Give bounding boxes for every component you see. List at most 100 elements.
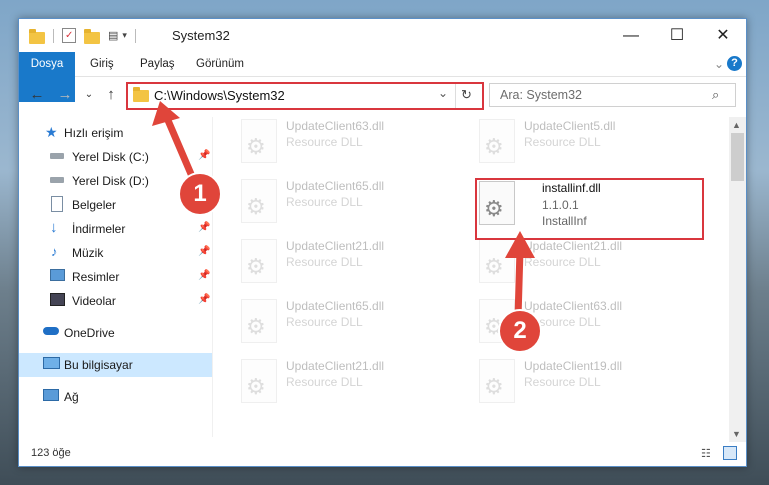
pin-icon[interactable]: 📌 xyxy=(198,294,210,305)
highlight-box-installinf xyxy=(475,178,704,240)
sidebar-item-music[interactable]: ♪ Müzik 📌 xyxy=(19,241,212,265)
details-view-icon[interactable]: ☷ xyxy=(701,447,711,460)
music-icon: ♪ xyxy=(51,244,58,259)
drive-icon xyxy=(50,177,64,183)
vertical-scrollbar[interactable]: ▲ ▼ xyxy=(729,117,746,442)
file-description: Resource DLL xyxy=(286,375,363,389)
sidebar-item-quick-access[interactable]: ★ Hızlı erişim xyxy=(19,121,212,145)
explorer-window: ✓ ▤ ▾ System32 — ☐ ✕ Dosya Giriş Paylaş … xyxy=(18,18,747,467)
pin-icon[interactable]: 📌 xyxy=(198,222,210,233)
minimize-button[interactable]: — xyxy=(608,19,654,52)
star-icon: ★ xyxy=(45,124,58,140)
search-input[interactable]: Ara: System32 xyxy=(500,88,582,102)
scroll-down-icon[interactable]: ▼ xyxy=(732,429,741,439)
file-description: Resource DLL xyxy=(286,135,363,149)
documents-icon xyxy=(51,196,63,212)
address-bar[interactable]: C:\Windows\System32 ⌄ ↻ xyxy=(126,82,484,110)
file-item[interactable]: ⚙ UpdateClient5.dll Resource DLL xyxy=(457,117,687,167)
sidebar-item-network[interactable]: Ağ xyxy=(19,385,212,409)
drive-icon xyxy=(50,153,64,159)
scrollbar-thumb[interactable] xyxy=(731,133,744,181)
dll-file-icon: ⚙ xyxy=(479,119,515,163)
dll-file-icon: ⚙ xyxy=(241,359,277,403)
file-item[interactable]: ⚙ UpdateClient21.dll Resource DLL xyxy=(457,237,687,287)
file-description: Resource DLL xyxy=(286,255,363,269)
dll-file-icon: ⚙ xyxy=(479,239,515,283)
pin-icon[interactable]: 📌 xyxy=(198,246,210,257)
file-description: Resource DLL xyxy=(286,195,363,209)
large-icons-view-icon[interactable] xyxy=(723,446,737,460)
file-item[interactable]: ⚙ UpdateClient63.dll Resource DLL xyxy=(219,117,449,167)
network-icon xyxy=(43,389,59,401)
folder-icon xyxy=(133,87,149,102)
step-badge-1: 1 xyxy=(178,172,222,216)
refresh-icon[interactable]: ↻ xyxy=(461,87,472,103)
quick-access-toolbar: ✓ ▤ ▾ xyxy=(29,28,136,44)
address-dropdown-icon[interactable]: ⌄ xyxy=(438,86,448,100)
file-name: UpdateClient21.dll xyxy=(286,359,385,373)
new-folder-icon[interactable] xyxy=(84,28,100,44)
maximize-button[interactable]: ☐ xyxy=(654,19,700,52)
file-item[interactable]: ⚙ UpdateClient19.dll Resource DLL xyxy=(457,357,687,407)
close-button[interactable]: ✕ xyxy=(700,19,746,52)
dll-file-icon: ⚙ xyxy=(241,299,277,343)
properties-icon[interactable]: ✓ xyxy=(62,28,76,43)
sidebar-item-downloads[interactable]: ↓ İndirmeler 📌 xyxy=(19,217,212,241)
file-item[interactable]: ⚙ UpdateClient63.dll Resource DLL xyxy=(457,297,687,347)
file-name: UpdateClient65.dll xyxy=(286,299,385,313)
forward-button[interactable]: → xyxy=(55,85,75,105)
recent-locations-button[interactable]: ⌄ xyxy=(79,85,99,105)
file-description: Resource DLL xyxy=(524,375,601,389)
file-item[interactable]: ⚙ UpdateClient21.dll Resource DLL xyxy=(219,237,449,287)
ribbon-expand-icon[interactable]: ⌄ xyxy=(714,52,724,76)
sidebar-item-pictures[interactable]: Resimler 📌 xyxy=(19,265,212,289)
dll-file-icon: ⚙ xyxy=(241,179,277,223)
customize-toolbar-icon[interactable]: ▤ xyxy=(108,29,118,42)
file-name: UpdateClient63.dll xyxy=(524,299,623,313)
title-bar: ✓ ▤ ▾ System32 — ☐ ✕ xyxy=(19,19,746,52)
navigation-pane: ★ Hızlı erişim Yerel Disk (C:) 📌 Yerel D… xyxy=(19,117,212,437)
file-description: Resource DLL xyxy=(286,315,363,329)
folder-icon xyxy=(29,28,45,44)
videos-icon xyxy=(50,293,65,306)
search-icon[interactable]: ⌕ xyxy=(712,87,719,103)
help-icon[interactable]: ? xyxy=(727,56,742,71)
pictures-icon xyxy=(50,269,65,281)
step-badge-2: 2 xyxy=(498,309,542,353)
dll-file-icon: ⚙ xyxy=(241,119,277,163)
file-item[interactable]: ⚙ UpdateClient21.dll Resource DLL xyxy=(219,357,449,407)
chevron-down-icon[interactable]: ▾ xyxy=(122,30,127,41)
sidebar-item-disk-c[interactable]: Yerel Disk (C:) 📌 xyxy=(19,145,212,169)
file-description: Resource DLL xyxy=(524,255,601,269)
search-box[interactable]: Ara: System32 ⌕ xyxy=(489,83,736,107)
file-list: ⚙ UpdateClient63.dll Resource DLL ⚙ Upda… xyxy=(219,117,724,442)
tab-home[interactable]: Giriş xyxy=(90,52,114,76)
ribbon-tabs: Dosya Giriş Paylaş Görünüm ⌄ ? xyxy=(19,52,746,102)
pin-icon[interactable]: 📌 xyxy=(198,270,210,281)
file-name: UpdateClient21.dll xyxy=(524,239,623,253)
file-item[interactable]: ⚙ UpdateClient65.dll Resource DLL xyxy=(219,297,449,347)
dll-file-icon: ⚙ xyxy=(479,359,515,403)
back-button[interactable]: ← xyxy=(27,85,47,105)
dll-file-icon: ⚙ xyxy=(241,239,277,283)
item-count: 123 öğe xyxy=(31,447,71,459)
download-icon: ↓ xyxy=(50,219,58,236)
sidebar-item-onedrive[interactable]: OneDrive xyxy=(19,321,212,345)
scroll-up-icon[interactable]: ▲ xyxy=(732,120,741,130)
sidebar-item-this-pc[interactable]: Bu bilgisayar xyxy=(19,353,212,377)
up-button[interactable]: ↑ xyxy=(101,85,121,105)
file-item[interactable]: ⚙ UpdateClient65.dll Resource DLL xyxy=(219,177,449,227)
window-title: System32 xyxy=(172,28,230,43)
file-name: UpdateClient19.dll xyxy=(524,359,623,373)
file-name: UpdateClient65.dll xyxy=(286,179,385,193)
onedrive-icon xyxy=(43,327,59,335)
address-row: ← → ⌄ ↑ C:\Windows\System32 ⌄ ↻ Ara: Sys… xyxy=(19,77,746,115)
sidebar-item-videos[interactable]: Videolar 📌 xyxy=(19,289,212,313)
pin-icon[interactable]: 📌 xyxy=(198,150,210,161)
status-bar: 123 öğe ☷ xyxy=(19,442,746,466)
tab-share[interactable]: Paylaş xyxy=(140,52,175,76)
file-description: Resource DLL xyxy=(524,135,601,149)
file-name: UpdateClient21.dll xyxy=(286,239,385,253)
tab-view[interactable]: Görünüm xyxy=(196,52,244,76)
address-path: C:\Windows\System32 xyxy=(154,88,285,103)
